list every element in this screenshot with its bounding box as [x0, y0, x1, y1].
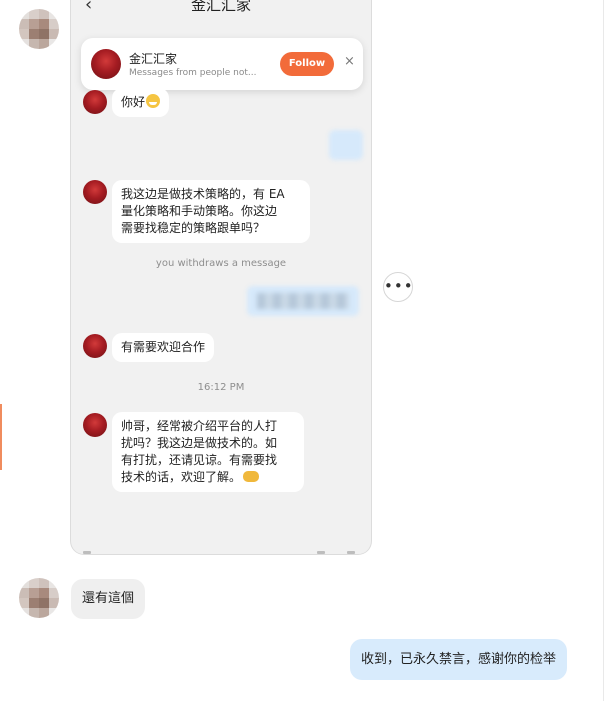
- handshake-emoji-icon: [243, 471, 260, 482]
- left-accent-bar: [0, 404, 2, 470]
- outgoing-message[interactable]: 收到，已永久禁言，感谢你的检举: [350, 639, 568, 680]
- message-bubble: 我这边是做技术策略的，有 EA 量化策略和手动策略。你这边 需要找稳定的策略跟单…: [112, 180, 310, 243]
- message-line: 有打扰，还请见谅。有需要找: [121, 453, 278, 467]
- phone-header: ‹ 金汇汇家: [71, 0, 371, 22]
- withdraw-notice: you withdraws a message: [155, 258, 287, 269]
- toolbar-mark: [347, 551, 355, 554]
- message-line: 扰吗？我这边是做技术的。如: [121, 436, 278, 450]
- contact-avatar: [83, 180, 107, 204]
- follow-button[interactable]: Follow: [280, 52, 334, 76]
- message-request-banner[interactable]: 金汇汇家 Messages from people not... Follow …: [81, 38, 363, 90]
- message-text: 你好: [121, 95, 146, 109]
- embedded-screenshot: ‹ 金汇汇家 金汇汇家 Messages from people not... …: [70, 0, 372, 555]
- redacted-outgoing-message: [247, 286, 359, 316]
- notification-name: 金汇汇家: [129, 52, 178, 66]
- toolbar-mark: [83, 551, 91, 554]
- sender-avatar-bottom[interactable]: [19, 578, 59, 618]
- toolbar-mark: [317, 551, 325, 554]
- close-icon[interactable]: ×: [344, 54, 355, 69]
- message-bubble: 你好: [112, 88, 170, 117]
- message-text: 有需要欢迎合作: [121, 340, 206, 354]
- contact-avatar: [83, 90, 107, 114]
- phone-title: 金汇汇家: [190, 0, 251, 14]
- message-line: 需要找稳定的策略跟单吗？: [121, 221, 266, 235]
- grin-emoji-icon: [146, 94, 161, 108]
- message-bubble: 有需要欢迎合作: [112, 333, 215, 362]
- contact-avatar: [83, 413, 107, 437]
- chat-page: ‹ 金汇汇家 金汇汇家 Messages from people not... …: [0, 0, 604, 701]
- message-line: 帅哥，经常被介绍平台的人打: [121, 419, 278, 433]
- contact-avatar: [83, 334, 107, 358]
- more-options-button[interactable]: •••: [383, 272, 413, 302]
- phone-bottom-bar: [71, 548, 371, 554]
- redacted-outgoing-message: [329, 130, 363, 160]
- sender-avatar-top[interactable]: [19, 9, 59, 49]
- message-line: 技术的话，欢迎了解。: [121, 470, 242, 484]
- incoming-message[interactable]: 還有這個: [71, 579, 146, 619]
- notification-avatar: [91, 49, 121, 79]
- timestamp: 16:12 PM: [197, 382, 245, 393]
- message-bubble: 帅哥，经常被介绍平台的人打 扰吗？我这边是做技术的。如 有打扰，还请见谅。有需要…: [112, 412, 304, 492]
- message-line: 量化策略和手动策略。你这边: [121, 204, 278, 218]
- message-line: 我这边是做技术策略的，有 EA: [121, 187, 285, 201]
- redacted-text: [257, 293, 349, 309]
- notification-subtitle: Messages from people not...: [129, 68, 257, 78]
